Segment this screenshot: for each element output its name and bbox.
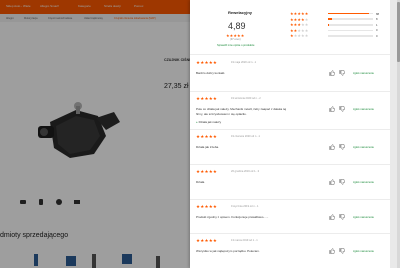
- review-text-continued: firmy, ale szczywkowiem i się opłaciło.: [196, 112, 247, 116]
- modal-backdrop[interactable]: [0, 0, 190, 268]
- divider: [190, 199, 390, 200]
- distribution-count: 1: [376, 22, 378, 27]
- distribution-stars: ★★★★★: [290, 22, 309, 28]
- review-stars: ★★★★★: [196, 134, 218, 139]
- review-text: Produkt zgodny z opisem. Funkcjonuje pra…: [196, 215, 269, 219]
- divider: [190, 54, 390, 55]
- review-date: 19 września 2020 od n...2: [231, 97, 261, 100]
- distribution-bar: [328, 18, 373, 20]
- reviews-panel: Rewelacyjny 4,89 ★★★★★ (97 ocen) Sprawdź…: [190, 0, 390, 268]
- rating-label: Rewelacyjny: [228, 10, 253, 15]
- divider: [190, 164, 390, 165]
- distribution-bar: [328, 23, 373, 26]
- divider: [190, 129, 390, 130]
- review-date: 19 maja 2020 od n...1: [231, 61, 257, 64]
- thumbs-down-icon[interactable]: [339, 144, 345, 150]
- thumbs-up-icon[interactable]: [329, 144, 335, 150]
- review-text: Działa: [196, 180, 205, 184]
- review-date: 26 grudnia 2019 od 1...3: [231, 170, 260, 173]
- distribution-bar: [328, 12, 373, 15]
- divider: [190, 91, 390, 92]
- thumbs-up-icon[interactable]: [329, 214, 335, 220]
- review-card: ★★★★★ 9 stycznia 2019 od n...1 Produkt zgo…: [190, 204, 390, 240]
- distribution-bar: [328, 35, 373, 37]
- review-stars: ★★★★★: [196, 204, 218, 209]
- report-abuse-link[interactable]: zgłoś naruszenie: [353, 180, 374, 184]
- distribution-bar-fill: [328, 12, 369, 15]
- distribution-stars: ★★★★★: [290, 27, 309, 33]
- rating-distribution: ★★★★★ 88 ★★★★★ 8 ★★★★★ 1 ★★★★★ 0 ★★★★★ 0: [290, 11, 387, 39]
- thumbs-down-icon[interactable]: [339, 179, 345, 185]
- distribution-count: 8: [376, 17, 378, 22]
- report-abuse-link[interactable]: zgłoś naruszenie: [353, 71, 374, 75]
- review-date: 19 czerwca 2020 od n...1: [231, 135, 260, 138]
- distribution-count: 0: [376, 28, 378, 33]
- distribution-stars: ★★★★★: [290, 11, 309, 16]
- distribution-count: 88: [376, 11, 380, 16]
- report-abuse-link[interactable]: zgłoś naruszenie: [353, 215, 374, 219]
- report-abuse-link[interactable]: zgłoś naruszenie: [353, 145, 374, 149]
- thumbs-down-icon[interactable]: [339, 106, 345, 112]
- thumbs-up-icon[interactable]: [329, 106, 335, 112]
- other-reviews-link[interactable]: Sprawdź inne opinie o produkcie: [217, 44, 255, 47]
- distribution-stars: ★★★★★: [290, 33, 309, 39]
- review-date: 13 marca 2019 od 1...1: [231, 239, 258, 242]
- distribution-bar-fill: [328, 18, 332, 20]
- review-text: Wszystko w jak najlepszym porządku. Pole…: [196, 249, 260, 253]
- distribution-count: 0: [376, 33, 378, 38]
- review-stars: ★★★★★: [196, 169, 218, 174]
- divider: [190, 233, 390, 234]
- thumbs-up-icon[interactable]: [329, 70, 335, 76]
- review-stars: ★★★★★: [196, 60, 218, 65]
- thumbs-down-icon[interactable]: [339, 214, 345, 220]
- review-pro: + Działa jak należy: [196, 120, 221, 124]
- review-text: Bardzo dobry kontakt.: [196, 71, 226, 75]
- report-abuse-link[interactable]: zgłoś naruszenie: [353, 107, 374, 111]
- review-text: Działa jak trzeba.: [196, 145, 220, 149]
- thumbs-down-icon[interactable]: [339, 70, 345, 76]
- distribution-bar: [328, 29, 373, 32]
- review-text: Pole co działa jak należy. Mechanik mówi…: [196, 107, 287, 111]
- distribution-stars: ★★★★★: [290, 16, 309, 22]
- review-date: 9 stycznia 2019 od n...1: [231, 205, 259, 208]
- review-stars: ★★★★★: [196, 96, 218, 101]
- review-card: ★★★★★ 13 marca 2019 od 1...1 Wszystko w ja…: [190, 238, 390, 268]
- review-card: ★★★★★ 19 września 2020 od n...2 Pole co dz…: [190, 96, 390, 132]
- rating-count: (97 ocen): [230, 38, 241, 41]
- review-stars: ★★★★★: [196, 238, 218, 243]
- rating-score: 4,89: [228, 21, 246, 31]
- distribution-row[interactable]: ★★★★★ 0: [290, 33, 387, 39]
- review-pro-text: Działa jak należy: [198, 120, 222, 124]
- thumbs-down-icon[interactable]: [339, 248, 345, 254]
- thumbs-up-icon[interactable]: [329, 248, 335, 254]
- thumbs-up-icon[interactable]: [329, 179, 335, 185]
- report-abuse-link[interactable]: zgłoś naruszenie: [353, 249, 374, 253]
